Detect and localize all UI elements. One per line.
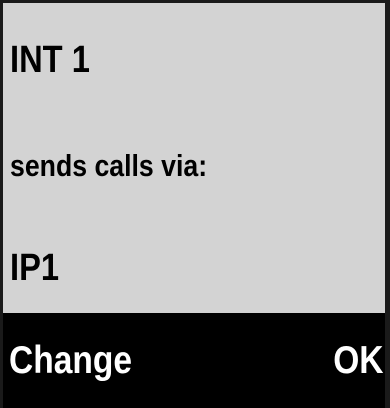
ok-softkey[interactable]: OK [333, 339, 383, 383]
selected-connection-value: IP1 [10, 247, 60, 289]
routing-message: sends calls via: [10, 148, 208, 183]
handset-name-title: INT 1 [10, 39, 90, 81]
phone-display: INT 1 sends calls via: IP1 Change OK [0, 0, 390, 408]
softkey-bar: Change OK [3, 313, 385, 408]
change-softkey[interactable]: Change [9, 339, 132, 383]
